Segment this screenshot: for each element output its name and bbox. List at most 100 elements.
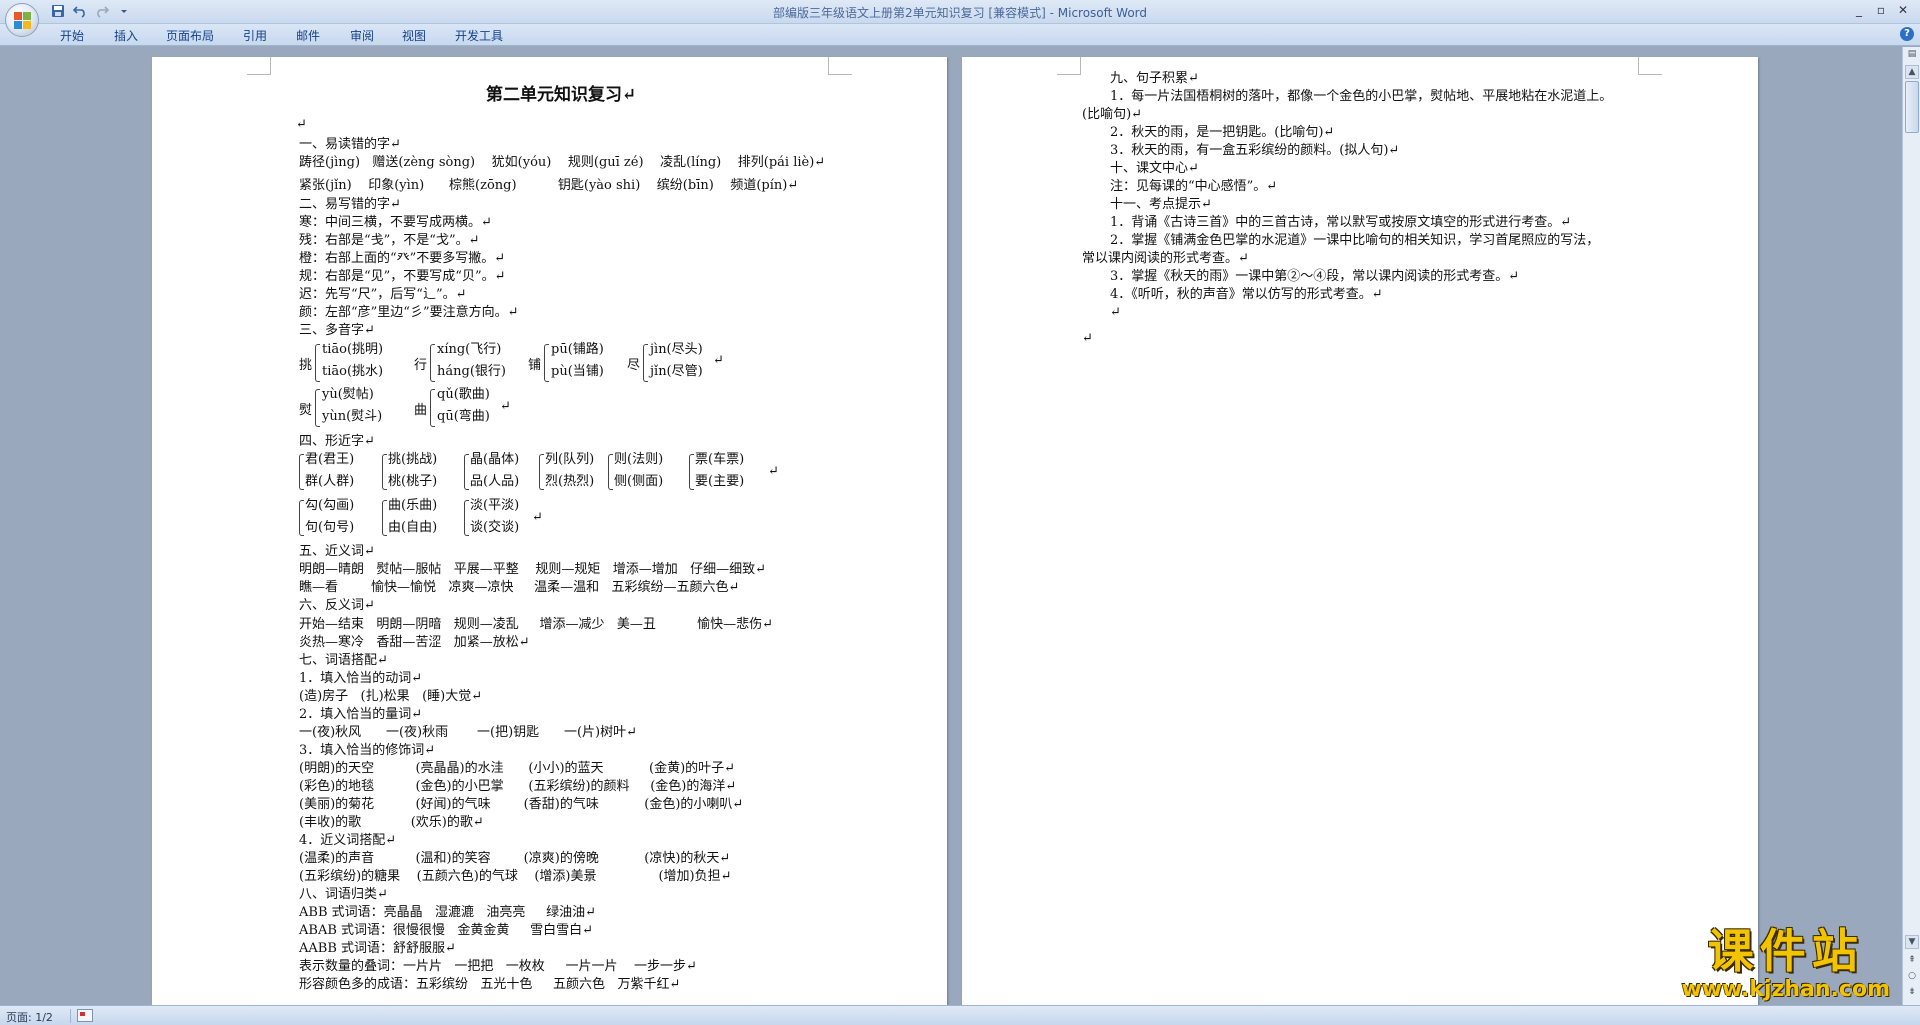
paragraph-mark: ↵ [1082,331,1093,346]
section-heading: 一、易读错的字↵ [299,137,401,152]
section-heading: 二、易写错的字↵ [299,197,401,212]
text-line: 规：右部是“见”，不要写成“贝”。↵ [299,269,506,284]
title-bar: 部编版三年级语文上册第2单元知识复习 [兼容模式] - Microsoft Wo… [0,0,1920,24]
text-line: 列(队列) [545,452,595,467]
window-controls: _ ▫ ✕ [1848,0,1914,20]
brace [315,344,320,382]
tab-references[interactable]: 引用 [243,27,267,44]
text-line: 踌径(jìng) 赠送(zèng sòng) 犹如(yóu) 规则(guī zé… [299,155,826,170]
text-line: 要(主要) [695,474,745,489]
text-line: (彩色)的地毯 (金色)的小巴掌 (五彩缤纷)的颜料 (金色)的海洋↵ [299,779,737,794]
document-page-1[interactable]: 第二单元知识复习↵ ↵ 一、易读错的字↵ 踌径(jìng) 赠送(zèng sò… [152,57,947,1005]
text-line: (丰收)的歌 (欢乐)的歌↵ [299,815,484,830]
document-page-2[interactable]: 九、句子积累↵ 1．每一片法国梧桐树的落叶，都像一个金色的小巴掌，熨帖地、平展地… [962,57,1758,1005]
text-line: 1．每一片法国梧桐树的落叶，都像一个金色的小巴掌，熨帖地、平展地粘在水泥道上。 [1110,89,1613,104]
char-label: 行 [414,358,428,373]
select-browse-object-icon[interactable]: ○ [1905,969,1919,983]
tab-insert[interactable]: 插入 [114,27,138,44]
text-line: (温柔)的声音 (温和)的笑容 (凉爽)的傍晚 (凉快)的秋天↵ [299,851,731,866]
text-line: tiāo(挑明) [322,342,384,357]
text-line: 句(句号) [305,520,355,535]
tab-page-layout[interactable]: 页面布局 [166,27,214,44]
brace [608,454,613,490]
text-line: (比喻句)↵ [1082,107,1143,122]
text-line: 烈(热烈) [545,474,595,489]
text-line: 形容颜色多的成语：五彩缤纷 五光十色 五颜六色 万紫千红↵ [299,977,681,992]
paragraph-mark: ↵ [1110,305,1121,320]
text-line: 2．填入恰当的量词↵ [299,707,423,722]
text-line: 开始—结束 明朗—阴暗 规则—凌乱 增添—减少 美—丑 愉快—悲伤↵ [299,617,774,632]
text-line: 2．掌握《铺满金色巴掌的水泥道》一课中比喻句的相关知识，学习首尾照应的写法， [1110,233,1600,248]
brace [689,454,694,490]
text-line: 票(车票) [695,452,745,467]
text-line: 紧张(jǐn) 印象(yìn) 棕熊(zōng) 钥匙(yào shi) 缤纷(… [299,178,799,193]
next-page-icon[interactable]: ⇟ [1905,985,1919,999]
watermark-url: www.kjzhan.com [1681,977,1890,1002]
text-line: ABAB 式词语：很慢很慢 金黄金黄 雪白雪白↵ [299,923,593,938]
paragraph-mark: ↵ [532,510,543,525]
text-line: 橙：右部上面的“癶”不要多写撇。↵ [299,251,506,266]
text-line: yùn(熨斗) [322,409,383,424]
text-line: 3．掌握《秋天的雨》一课中第②～④段，常以课内阅读的形式考查。↵ [1110,269,1520,284]
text-line: 残：右部是“戋”，不是“戈”。↵ [299,233,480,248]
brace [539,454,544,490]
text-line: 3．填入恰当的修饰词↵ [299,743,436,758]
watermark-title: 课件站 [1707,924,1864,978]
previous-page-icon[interactable]: ⇞ [1905,953,1919,967]
text-line: 4．近义词搭配↵ [299,833,397,848]
text-line: ABB 式词语：亮晶晶 湿漉漉 油亮亮 绿油油↵ [299,905,596,920]
text-line: (美丽)的菊花 (好闻)的气味 (香甜)的气味 (金色)的小喇叭↵ [299,797,744,812]
minimize-button[interactable]: _ [1848,0,1870,20]
help-icon[interactable]: ? [1900,27,1914,41]
brace [464,454,469,490]
brace [315,389,320,427]
status-bar: 页面: 1/2 [0,1005,1920,1025]
text-line: 晶(晶体) [470,452,520,467]
text-line: 则(法则) [614,452,664,467]
restore-button[interactable]: ▫ [1870,0,1892,20]
tab-developer[interactable]: 开发工具 [455,27,503,44]
brace [544,344,549,382]
scroll-thumb[interactable] [1905,81,1919,133]
text-line: yù(熨帖) [322,387,374,402]
paragraph-mark: ↵ [768,464,779,479]
tab-review[interactable]: 审阅 [350,27,374,44]
watermark-logo: 课件站 www.kjzhan.com [1681,925,1890,1003]
text-line: tiāo(挑水) [322,364,384,379]
brace [299,454,304,490]
brace [382,454,387,490]
view-ruler-icon[interactable]: ▤ [1905,49,1919,63]
text-line: 谈(交谈) [470,520,520,535]
scroll-down-icon[interactable]: ▼ [1905,935,1919,949]
section-heading: 五、近义词↵ [299,544,375,559]
text-line: 由(自由) [388,520,438,535]
page-count[interactable]: 页面: 1/2 [6,1009,53,1025]
tab-view[interactable]: 视图 [402,27,426,44]
section-heading: 十、课文中心↵ [1110,161,1199,176]
text-line: qǔ(歌曲) [437,387,490,402]
text-line: pū(铺路) [551,342,604,357]
text-line: 2．秋天的雨，是一把钥匙。(比喻句)↵ [1110,125,1335,140]
brace [382,500,387,536]
text-line: 桃(桃子) [388,474,438,489]
text-line: 君(君王) [305,452,355,467]
brace [464,500,469,536]
ribbon-tabs: 开始 插入 页面布局 引用 邮件 审阅 视图 开发工具 ? [0,24,1920,46]
tab-mailings[interactable]: 邮件 [296,27,320,44]
brace [299,500,304,536]
section-heading: 六、反义词↵ [299,598,375,613]
office-button[interactable] [5,3,39,37]
tab-home[interactable]: 开始 [60,27,84,44]
text-line: 常以课内阅读的形式考查。↵ [1082,251,1249,266]
section-heading: 九、句子积累↵ [1110,71,1199,86]
close-button[interactable]: ✕ [1892,0,1914,20]
text-line: (明朗)的天空 (亮晶晶)的水洼 (小小)的蓝天 (金黄)的叶子↵ [299,761,736,776]
text-line: xíng(飞行) [437,342,502,357]
text-line: 寒：中间三横，不要写成两横。↵ [299,215,492,230]
scroll-up-icon[interactable]: ▲ [1905,65,1919,79]
vertical-scrollbar[interactable]: ▤ ▲ ▼ ⇞ ○ ⇟ [1902,47,1920,1005]
brace [430,344,435,382]
char-label: 曲 [414,403,428,418]
macro-recording-icon[interactable] [77,1009,93,1022]
text-line: 瞧—看 愉快—愉悦 凉爽—凉快 温柔—温和 五彩缤纷—五颜六色↵ [299,580,740,595]
